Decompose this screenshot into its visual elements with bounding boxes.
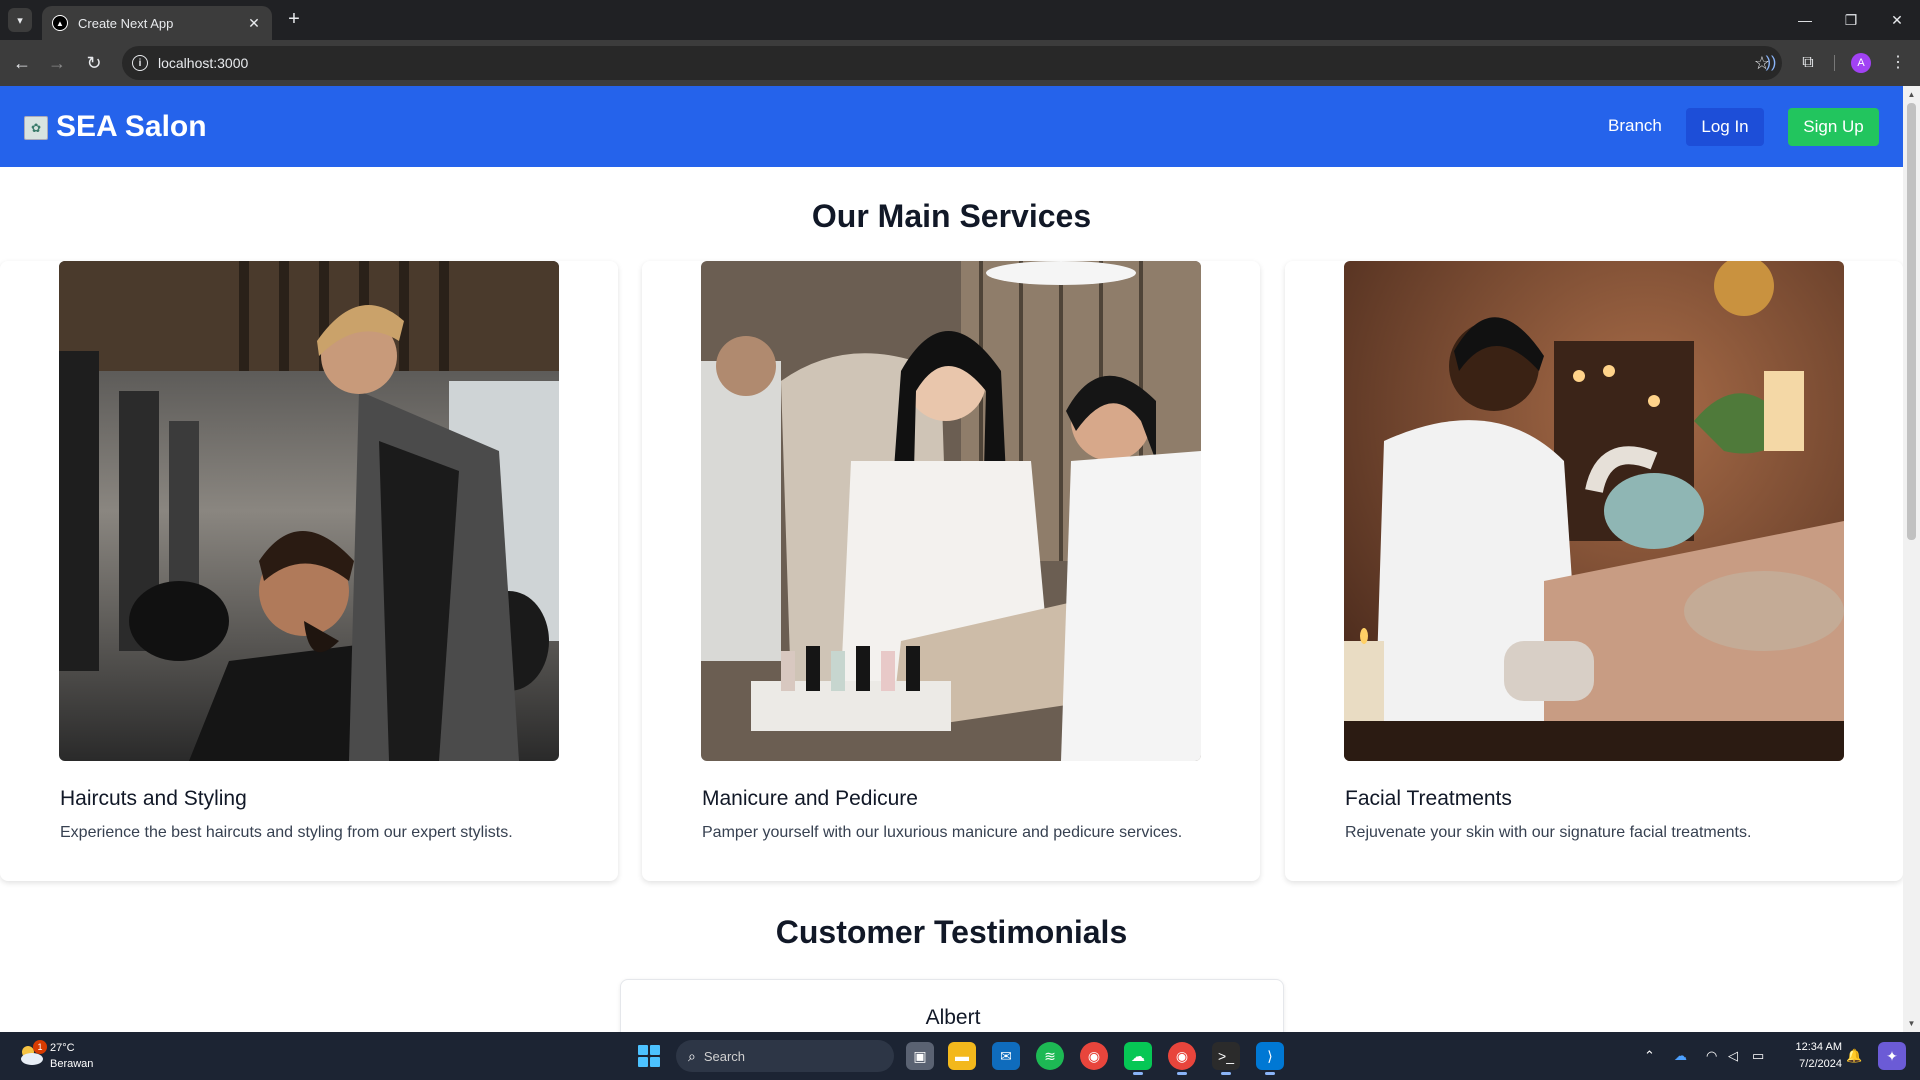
reload-icon[interactable]: ↻: [82, 51, 106, 75]
service-title: Facial Treatments: [1345, 787, 1512, 810]
chrome-profile-icon[interactable]: ◉: [1168, 1042, 1196, 1075]
service-title: Manicure and Pedicure: [702, 787, 918, 810]
browser-toolbar: ← → ↻ i localhost:3000 ☆ )) ⧉ A ⋮: [0, 40, 1920, 86]
window-controls: — ❐ ✕: [1782, 0, 1920, 40]
battery-icon[interactable]: ▭: [1752, 1048, 1764, 1064]
spotify-icon[interactable]: ≋: [1036, 1042, 1064, 1070]
barber-photo: [59, 261, 559, 761]
service-card: Manicure and Pedicure Pamper yourself wi…: [642, 261, 1260, 881]
windows-taskbar: 1 27°C Berawan ⌕ Search ▣ ▬ ✉ ≋ ◉ ☁ ◉ >_…: [0, 1032, 1920, 1080]
task-view-icon[interactable]: ▣: [906, 1042, 934, 1070]
testimonial-name: Albert: [925, 1006, 981, 1029]
facial-photo: [1344, 261, 1844, 761]
extensions-icon[interactable]: ⧉: [1796, 51, 1820, 75]
tab-close-icon[interactable]: ✕: [246, 15, 262, 32]
testimonial-card: Albert: [620, 979, 1284, 1032]
read-aloud-icon[interactable]: )): [1759, 51, 1783, 75]
browser-tab[interactable]: ▲ Create Next App ✕: [42, 6, 272, 40]
weather-temperature[interactable]: 27°C: [50, 1042, 75, 1054]
tab-title: Create Next App: [78, 15, 174, 31]
taskbar-search[interactable]: ⌕ Search: [676, 1040, 894, 1072]
weather-badge: 1: [33, 1040, 47, 1054]
window-close-icon[interactable]: ✕: [1874, 0, 1920, 40]
manicure-photo: [701, 261, 1201, 761]
back-icon[interactable]: ←: [10, 51, 34, 75]
vscode-icon[interactable]: ⟩: [1256, 1042, 1284, 1075]
signup-button[interactable]: Sign Up: [1788, 108, 1879, 146]
scroll-thumb[interactable]: [1907, 103, 1916, 540]
service-card: Facial Treatments Rejuvenate your skin w…: [1285, 261, 1903, 881]
profile-avatar[interactable]: A: [1851, 53, 1871, 73]
brand-title[interactable]: SEA Salon: [56, 110, 207, 144]
services-heading: Our Main Services: [811, 198, 1092, 234]
scroll-down-icon[interactable]: ▼: [1903, 1015, 1920, 1032]
new-tab-icon[interactable]: +: [282, 8, 306, 32]
chevron-up-icon[interactable]: ⌃: [1644, 1048, 1655, 1064]
tab-search-icon[interactable]: ▾: [8, 8, 32, 32]
nextjs-favicon-icon: ▲: [52, 15, 68, 31]
service-title: Haircuts and Styling: [60, 787, 247, 810]
address-bar[interactable]: i localhost:3000 ☆: [122, 46, 1782, 80]
mail-icon[interactable]: ✉: [992, 1042, 1020, 1070]
terminal-icon[interactable]: >_: [1212, 1042, 1240, 1075]
wifi-icon[interactable]: ◠: [1706, 1048, 1717, 1064]
search-icon: ⌕: [688, 1047, 696, 1064]
login-button[interactable]: Log In: [1686, 108, 1764, 146]
windows-start-icon[interactable]: [638, 1045, 660, 1067]
volume-icon[interactable]: ◁: [1728, 1048, 1738, 1064]
onedrive-icon[interactable]: ☁: [1674, 1048, 1687, 1064]
scroll-up-icon[interactable]: ▲: [1903, 86, 1920, 103]
branch-link[interactable]: Branch: [1608, 116, 1662, 136]
service-description: Experience the best haircuts and styling…: [60, 824, 513, 841]
weather-description[interactable]: Berawan: [50, 1058, 93, 1070]
search-placeholder[interactable]: Search: [704, 1049, 745, 1064]
testimonials-heading: Customer Testimonials: [775, 914, 1128, 950]
browser-tabstrip: ▾ ▲ Create Next App ✕ + — ❐ ✕: [0, 0, 1920, 40]
line-app-icon[interactable]: ☁: [1124, 1042, 1152, 1075]
notification-bell-icon[interactable]: 🔔: [1846, 1048, 1862, 1064]
service-description: Rejuvenate your skin with our signature …: [1345, 824, 1752, 841]
minimize-icon[interactable]: —: [1782, 0, 1828, 40]
forward-icon[interactable]: →: [45, 51, 69, 75]
clock-date[interactable]: 7/2/2024: [1782, 1058, 1842, 1070]
restore-icon[interactable]: ❐: [1828, 0, 1874, 40]
page-viewport: ✿ SEA Salon Branch Log In Sign Up Our Ma…: [0, 86, 1920, 1032]
service-card: Haircuts and Styling Experience the best…: [0, 261, 618, 881]
file-explorer-icon[interactable]: ▬: [948, 1042, 976, 1070]
site-navbar: ✿ SEA Salon Branch Log In Sign Up: [0, 86, 1903, 167]
toolbar-divider: [1834, 55, 1835, 71]
service-description: Pamper yourself with our luxurious manic…: [702, 824, 1183, 841]
salon-logo-icon[interactable]: ✿: [24, 116, 48, 140]
chrome-icon[interactable]: ◉: [1080, 1042, 1108, 1070]
url-text[interactable]: localhost:3000: [158, 55, 1754, 71]
copilot-icon[interactable]: ✦: [1878, 1042, 1906, 1070]
clock-time[interactable]: 12:34 AM: [1782, 1041, 1842, 1053]
menu-kebab-icon[interactable]: ⋮: [1886, 51, 1910, 75]
page-scrollbar[interactable]: ▲ ▼: [1903, 86, 1920, 1032]
site-info-icon[interactable]: i: [132, 55, 148, 71]
